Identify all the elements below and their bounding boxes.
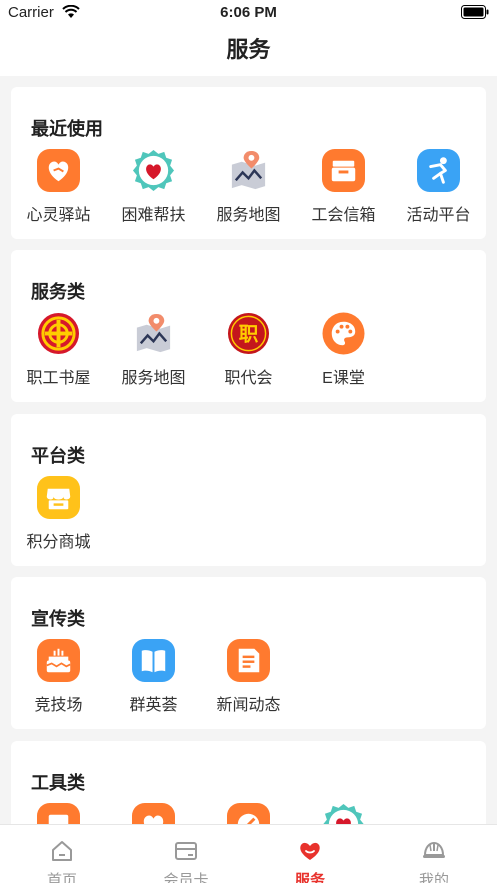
news-document-icon xyxy=(227,639,270,682)
shop-icon xyxy=(37,476,80,519)
tab-label: 服务 xyxy=(294,872,325,883)
service-item-xinling[interactable]: 心灵驿站 xyxy=(11,149,106,227)
home-icon xyxy=(52,841,72,861)
heart-hands-icon xyxy=(37,149,80,192)
compass-icon xyxy=(227,803,270,824)
navigation-bar: 服务 xyxy=(0,26,497,76)
tab-services[interactable]: 服务 xyxy=(248,825,372,883)
service-label: 工会信箱 xyxy=(311,207,376,224)
section-tools: 工具类 xyxy=(11,741,486,824)
service-label: 活动平台 xyxy=(406,207,471,224)
map-pin-icon xyxy=(231,150,266,190)
zhi-seal-icon: 职 xyxy=(227,312,270,355)
service-label: 竞技场 xyxy=(34,697,83,714)
service-label: E课堂 xyxy=(322,370,365,387)
page-title: 服务 xyxy=(226,37,271,62)
section-services: 服务类 职工书屋 服务地图 职 职代会 E课堂 xyxy=(11,250,486,402)
service-item-activity[interactable]: 活动平台 xyxy=(391,149,486,227)
service-item-points-mall[interactable]: 积分商城 xyxy=(11,476,106,554)
tool-item-3[interactable] xyxy=(201,803,296,824)
service-item-mailbox[interactable]: 工会信箱 xyxy=(296,149,391,227)
open-book-icon xyxy=(132,639,175,682)
service-item-congress[interactable]: 职 职代会 xyxy=(201,312,296,390)
tab-mine[interactable]: 我的 xyxy=(372,825,496,883)
section-title: 平台类 xyxy=(31,446,85,466)
tool-item-4[interactable] xyxy=(296,803,391,824)
service-label: 群英荟 xyxy=(129,697,178,714)
service-item-qunyinghui[interactable]: 群英荟 xyxy=(106,639,201,717)
service-label: 困难帮扶 xyxy=(121,207,186,224)
svg-text:职: 职 xyxy=(239,322,259,345)
service-item-bookhouse[interactable]: 职工书屋 xyxy=(11,312,106,390)
heart-badge-icon xyxy=(132,149,175,192)
service-label: 服务地图 xyxy=(121,370,186,387)
battery-icon xyxy=(461,5,489,23)
union-emblem-icon xyxy=(37,312,80,355)
section-publicity: 宣传类 竞技场 群英荟 新闻动态 xyxy=(11,577,486,729)
card-icon xyxy=(175,842,197,860)
heart-service-icon xyxy=(300,842,320,860)
tab-label: 会员卡 xyxy=(163,872,209,883)
trophy-icon xyxy=(37,639,80,682)
section-platform: 平台类 积分商城 xyxy=(11,414,486,566)
section-recent: 最近使用 心灵驿站 困难帮扶 服务地图 工会信箱 活动平台 xyxy=(11,87,486,239)
section-title: 最近使用 xyxy=(31,119,103,139)
service-item-news[interactable]: 新闻动态 xyxy=(201,639,296,717)
service-label: 新闻动态 xyxy=(216,697,281,714)
tool-item-1[interactable] xyxy=(11,803,106,824)
palette-icon xyxy=(322,312,365,355)
helmet-icon xyxy=(423,841,445,858)
status-bar: Carrier 6:06 PM xyxy=(0,0,497,26)
tool-item-2[interactable] xyxy=(106,803,201,824)
service-label: 职工书屋 xyxy=(26,370,91,387)
running-figure-icon xyxy=(417,149,460,192)
service-item-arena[interactable]: 竞技场 xyxy=(11,639,106,717)
tab-label: 我的 xyxy=(418,872,449,883)
service-item-map[interactable]: 服务地图 xyxy=(201,149,296,227)
service-item-eclass[interactable]: E课堂 xyxy=(296,312,391,390)
service-label: 职代会 xyxy=(224,370,273,387)
service-item-kunnan[interactable]: 困难帮扶 xyxy=(106,149,201,227)
heart-badge-icon xyxy=(323,803,364,824)
section-title: 服务类 xyxy=(31,282,85,302)
service-label: 心灵驿站 xyxy=(26,207,91,224)
heart-hands-icon xyxy=(132,803,175,824)
tool-app-icon xyxy=(37,803,80,824)
tab-home[interactable]: 首页 xyxy=(0,825,124,883)
map-pin-icon xyxy=(136,313,171,353)
tab-bar: 首页 会员卡 服务 我的 xyxy=(0,824,497,883)
status-time: 6:06 PM xyxy=(220,4,277,21)
mailbox-icon xyxy=(322,149,365,192)
section-title: 宣传类 xyxy=(31,609,85,629)
service-label: 服务地图 xyxy=(216,207,281,224)
tab-label: 首页 xyxy=(46,872,77,883)
section-title: 工具类 xyxy=(31,773,85,793)
service-item-map-2[interactable]: 服务地图 xyxy=(106,312,201,390)
tab-membership-card[interactable]: 会员卡 xyxy=(124,825,248,883)
service-label: 积分商城 xyxy=(26,534,91,551)
services-list[interactable]: 最近使用 心灵驿站 困难帮扶 服务地图 工会信箱 活动平台 服务类 职工书屋 服… xyxy=(0,76,497,824)
